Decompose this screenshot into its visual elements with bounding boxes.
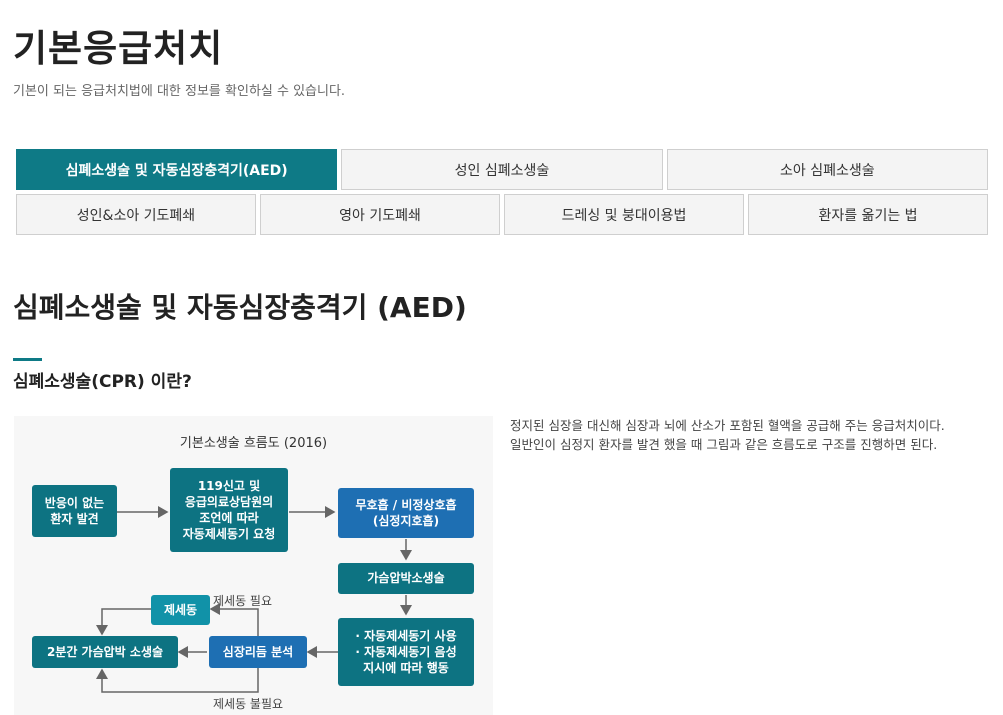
cpr-flowchart: 기본소생술 흐름도 (2016) 반응이 없는 환자 발견 119신고 및 응급…	[14, 416, 493, 715]
label-defib-not-needed: 제세동 불필요	[213, 697, 284, 711]
box-2min-compression: 2분간 가슴압박 소생술	[32, 636, 178, 668]
description-line-1: 정지된 심장을 대신해 심장과 뇌에 산소가 포함된 혈액을 공급해 주는 응급…	[510, 418, 945, 433]
tab-airway-obstruction[interactable]: 성인&소아 기도폐쇄	[16, 194, 256, 235]
subtitle-accent-rule	[13, 358, 42, 361]
label-defib-needed: 제세동 필요	[213, 594, 273, 608]
tab-cpr-aed[interactable]: 심폐소생술 및 자동심장충격기(AED)	[16, 149, 338, 190]
tab-moving-patient[interactable]: 환자를 옮기는 법	[748, 194, 988, 235]
tab-infant-airway[interactable]: 영아 기도폐쇄	[260, 194, 500, 235]
box-rhythm-analysis: 심장리듬 분석	[209, 636, 307, 668]
arrow-rhythm-loop-to-2min	[96, 668, 259, 693]
arrow-defib-to-2min	[96, 608, 151, 636]
category-tabs: 심폐소생술 및 자동심장충격기(AED) 성인 심폐소생술 소아 심폐소생술 성…	[16, 149, 988, 239]
description-line-2: 일반인이 심정지 환자를 발견 했을 때 그림과 같은 흐름도로 구조를 진행하…	[510, 437, 938, 453]
box-call-119: 119신고 및 응급의료상담원의 조언에 따라 자동제세동기 요청	[170, 468, 288, 552]
tab-child-cpr[interactable]: 소아 심폐소생술	[666, 149, 988, 190]
box-aed-use: · 자동제세동기 사용 · 자동제세동기 음성 지시에 따라 행동	[338, 618, 474, 686]
tab-row-1: 심폐소생술 및 자동심장충격기(AED) 성인 심폐소생술 소아 심폐소생술	[16, 149, 988, 190]
page-subtitle: 기본이 되는 응급처치법에 대한 정보를 확인하실 수 있습니다.	[13, 84, 346, 99]
box-breathing: 무호흡 / 비정상호흡 (심정지호흡)	[338, 488, 474, 538]
arrow-rhythm-to-defib	[209, 603, 259, 636]
box-unresponsive: 반응이 없는 환자 발견	[32, 485, 117, 537]
tab-dressing-bandage[interactable]: 드레싱 및 붕대이용법	[504, 194, 744, 235]
section-title: 심폐소생술 및 자동심장충격기 (AED)	[13, 291, 467, 324]
box-defibrillation: 제세동	[151, 595, 210, 625]
tab-row-2: 성인&소아 기도폐쇄 영아 기도폐쇄 드레싱 및 붕대이용법 환자를 옮기는 법	[16, 194, 988, 235]
box-compression: 가슴압박소생술	[338, 563, 474, 594]
flowchart-title: 기본소생술 흐름도 (2016)	[179, 436, 328, 451]
page-title: 기본응급처치	[13, 27, 224, 70]
tab-adult-cpr[interactable]: 성인 심폐소생술	[341, 149, 663, 190]
cpr-description: 정지된 심장을 대신해 심장과 뇌에 산소가 포함된 혈액을 공급해 주는 응급…	[510, 416, 990, 455]
section-subtitle: 심폐소생술(CPR) 이란?	[13, 372, 192, 392]
